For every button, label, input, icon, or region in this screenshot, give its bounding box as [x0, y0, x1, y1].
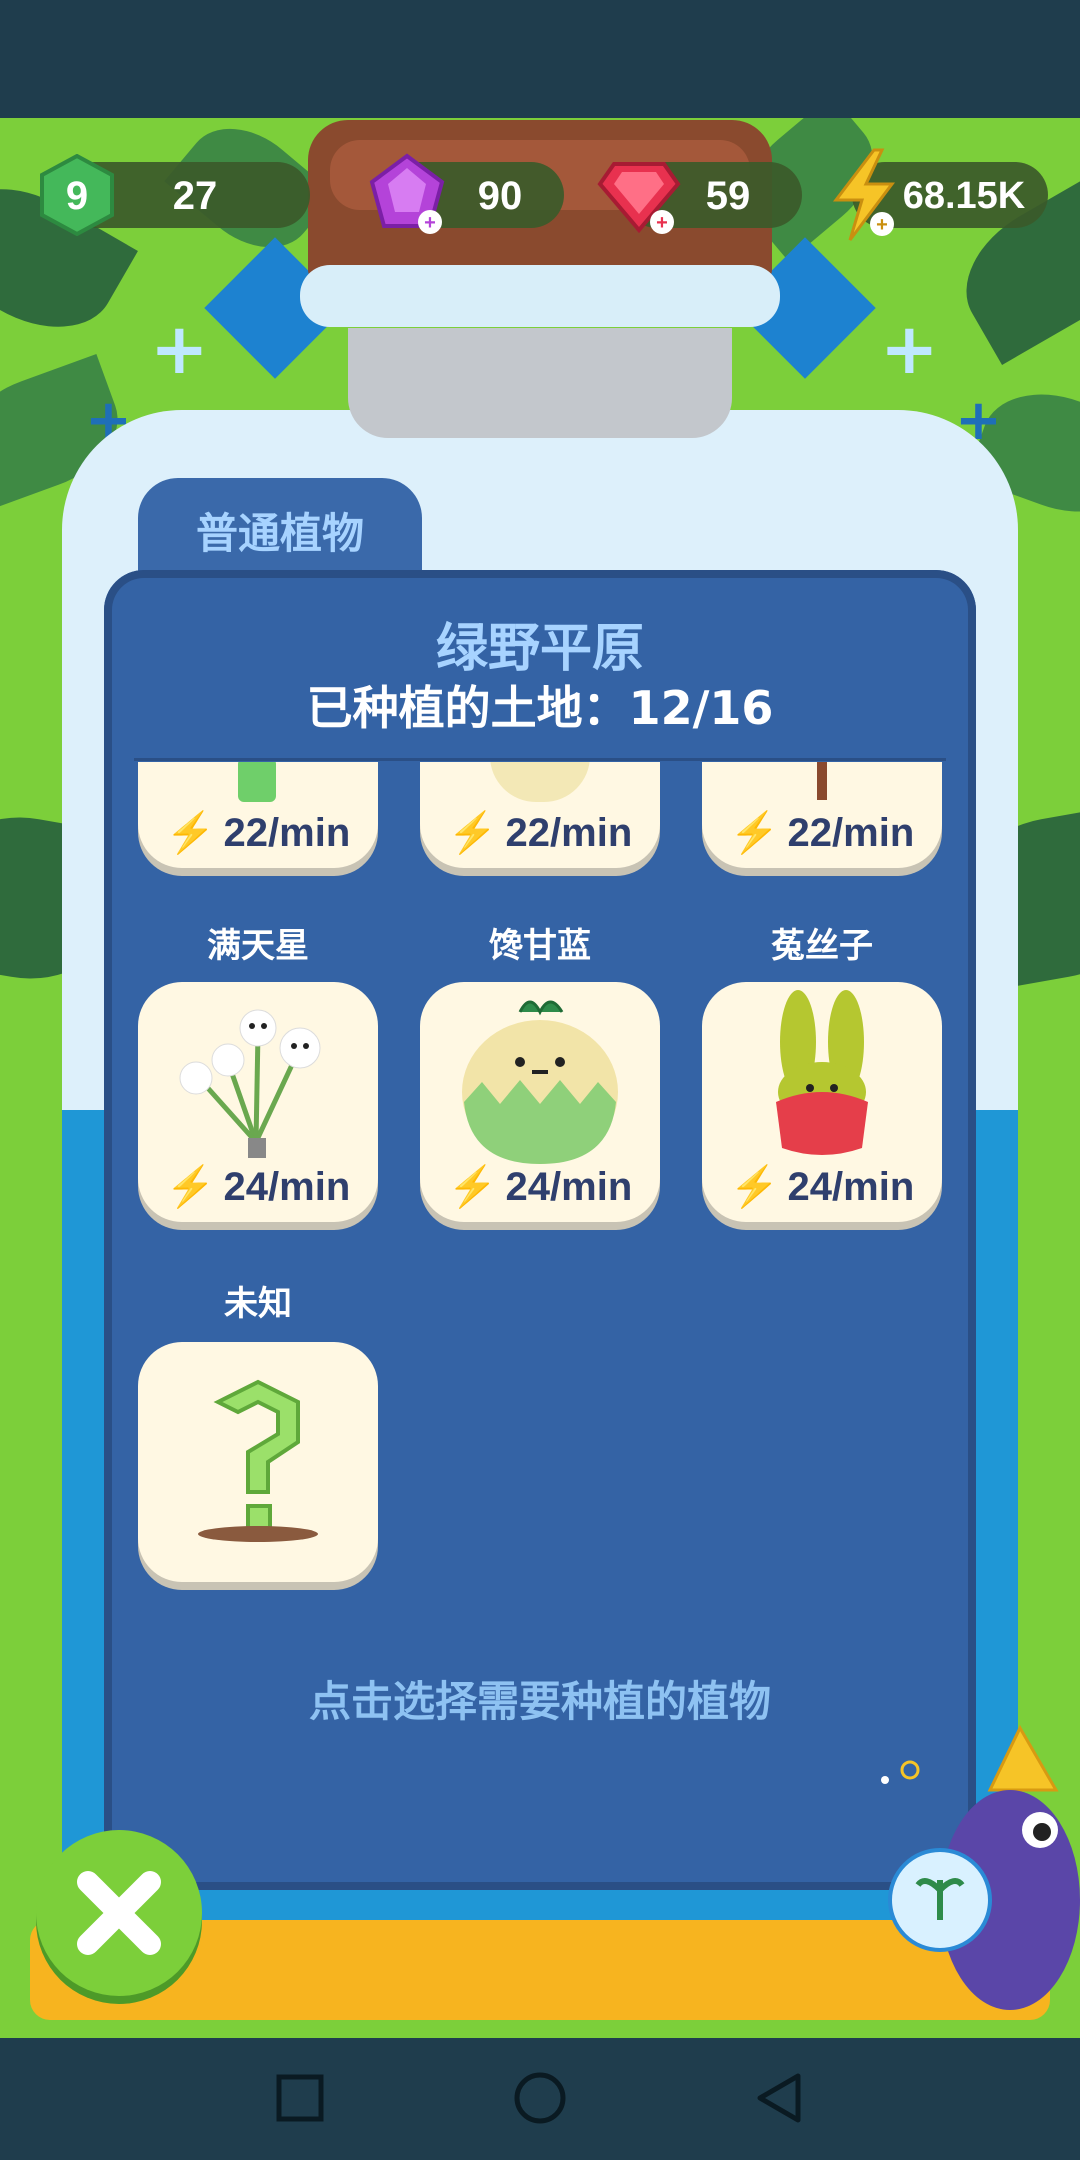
- svg-text:+: +: [656, 212, 668, 234]
- plant-card-babys-breath[interactable]: ⚡ 24/min: [138, 982, 378, 1222]
- tab-label: 普通植物: [195, 509, 364, 558]
- jar-neck-shadow: [348, 328, 732, 438]
- question-mark-icon: [198, 1379, 318, 1542]
- square-icon: [276, 2074, 324, 2122]
- home-button[interactable]: [500, 2058, 580, 2138]
- plant-name: 馋甘蓝: [489, 926, 591, 966]
- scroll-clip-top-row: ⚡ 22/min ⚡ 22/min ⚡ 22/min: [134, 762, 946, 882]
- plant-name: 菟丝子: [771, 926, 873, 966]
- planted-land-count: 已种植的土地：12/16: [306, 681, 774, 735]
- list-top-divider: [134, 758, 946, 761]
- plant-rate: 24/min: [505, 1165, 633, 1209]
- level-number: 9: [65, 174, 89, 218]
- energy-count: 68.15K: [902, 175, 1026, 217]
- plant-rate: 24/min: [223, 1165, 351, 1209]
- plant-name: 未知: [224, 1284, 292, 1324]
- back-triangle-icon: [757, 2073, 801, 2123]
- mascot-character: [870, 1720, 1080, 2020]
- purple-gem-icon[interactable]: +: [362, 150, 452, 240]
- babys-breath-plant-icon: [179, 1009, 321, 1158]
- plant-rate: 22/min: [787, 811, 915, 855]
- region-title: 绿野平原: [435, 619, 644, 679]
- red-gem-icon[interactable]: +: [594, 150, 684, 240]
- plant-rate: 24/min: [787, 1165, 915, 1209]
- plant-name: 满天星: [207, 926, 309, 966]
- red-gem-count: 59: [705, 174, 751, 218]
- level-progress: 27: [172, 174, 218, 218]
- plant-card-partial-2[interactable]: ⚡ 22/min: [420, 762, 660, 868]
- jar-neck-rim: [300, 265, 780, 327]
- close-icon: [77, 1871, 161, 1955]
- dodder-plant-icon: [776, 990, 868, 1155]
- top-status-band: [0, 0, 1080, 118]
- close-button[interactable]: [36, 1830, 202, 1996]
- select-plant-hint: 点击选择需要种植的植物: [308, 1677, 771, 1726]
- cabbage-plant-icon: [462, 1000, 618, 1164]
- plant-card-partial-3[interactable]: ⚡ 22/min: [702, 762, 942, 868]
- circle-icon: [514, 2072, 566, 2124]
- plant-rate: 22/min: [223, 811, 351, 855]
- recent-apps-button[interactable]: [260, 2058, 340, 2138]
- plant-card-partial-1[interactable]: ⚡ 22/min: [138, 762, 378, 868]
- plant-card-unknown[interactable]: [138, 1342, 378, 1582]
- plant-card-cabbage[interactable]: ⚡ 24/min: [420, 982, 660, 1222]
- plant-card-dodder[interactable]: ⚡ 24/min: [702, 982, 942, 1222]
- purple-gem-count: 90: [477, 174, 523, 218]
- system-nav-bar: [0, 2038, 1080, 2160]
- svg-text:+: +: [424, 212, 436, 234]
- back-button[interactable]: [740, 2058, 820, 2138]
- plant-rate: 22/min: [505, 811, 633, 855]
